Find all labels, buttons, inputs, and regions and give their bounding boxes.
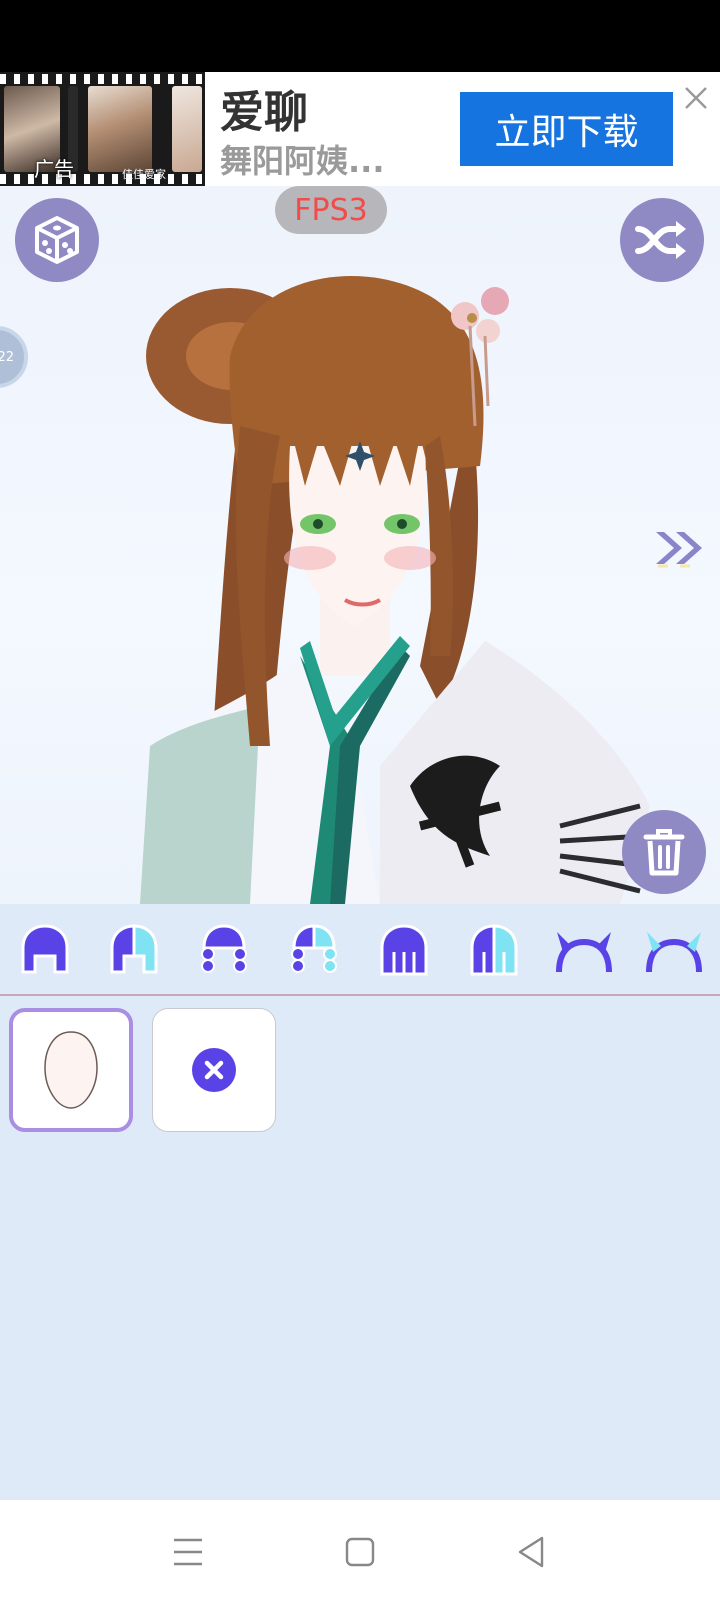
hair-front-split-icon[interactable] (106, 922, 162, 978)
close-circle-icon (192, 1048, 236, 1092)
ad-download-button[interactable]: 立即下载 (460, 92, 673, 166)
home-icon[interactable] (340, 1532, 380, 1572)
shuffle-button[interactable] (620, 198, 704, 282)
horns-icon[interactable] (553, 922, 615, 978)
film-holes-bottom (0, 174, 205, 184)
hair-long-split-icon[interactable] (466, 922, 522, 978)
close-icon[interactable] (682, 84, 710, 112)
options-panel (0, 996, 720, 1500)
ad-tag: 广告 (34, 157, 74, 181)
dice-icon (35, 216, 79, 264)
back-icon[interactable] (512, 1532, 552, 1572)
shuffle-icon (635, 221, 686, 259)
hair-braid-split-icon[interactable] (286, 922, 342, 978)
fps-counter: FPS3 (275, 186, 387, 234)
hair-long-icon[interactable] (376, 922, 432, 978)
category-toolbar (0, 904, 720, 996)
ad-subtitle[interactable]: 舞阳阿姨... (220, 136, 384, 182)
hair-front-icon[interactable] (17, 922, 73, 978)
ad-photo-2 (88, 86, 152, 172)
face-shape-icon (44, 1031, 98, 1109)
none-option[interactable] (152, 1008, 276, 1132)
ad-watermark: 佳佳爱家 (122, 168, 166, 181)
film-holes-top (0, 74, 205, 84)
menu-icon[interactable] (168, 1532, 208, 1572)
character-canvas[interactable]: FPS3 22 (0, 186, 720, 904)
random-dice-button[interactable] (15, 198, 99, 282)
ad-banner[interactable]: 广告 佳佳爱家 爱聊 舞阳阿姨... 立即下载 (0, 72, 720, 186)
hair-braid-icon[interactable] (196, 922, 252, 978)
face-shape-option[interactable] (9, 1008, 133, 1132)
system-nav-bar (0, 1500, 720, 1600)
ad-photo-3 (172, 86, 202, 172)
chevron-right-icon[interactable] (650, 526, 710, 570)
delete-button[interactable] (622, 810, 706, 894)
horns-split-icon[interactable] (643, 922, 705, 978)
ad-title[interactable]: 爱聊 (220, 76, 308, 140)
character-illustration (140, 276, 650, 904)
status-bar (0, 0, 720, 72)
ad-image-strip[interactable]: 广告 佳佳爱家 (0, 72, 205, 186)
trash-icon (643, 829, 685, 876)
